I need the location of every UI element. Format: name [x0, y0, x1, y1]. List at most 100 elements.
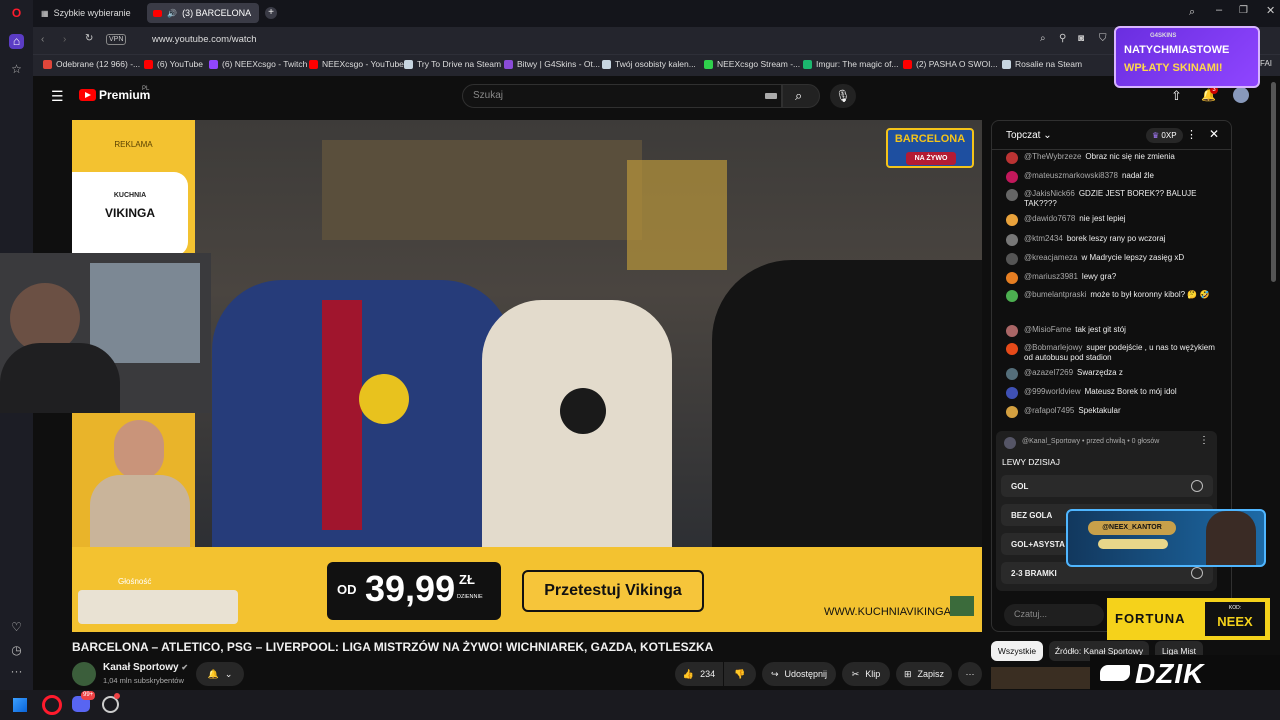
chat-author[interactable]: @JakisNick66	[1024, 189, 1075, 198]
chat-avatar[interactable]	[1006, 234, 1018, 246]
minimize-icon[interactable]: –	[1216, 4, 1222, 16]
chat-mode-selector[interactable]: Topczat ⌄	[1006, 130, 1052, 141]
chat-author[interactable]: @azazel7269	[1024, 368, 1073, 377]
more-icon[interactable]: ···	[9, 664, 24, 679]
tab-youtube[interactable]: 🔊 (3) BARCELONA – ATL	[147, 3, 259, 23]
bookmark-g4skins[interactable]: Bitwy | G4Skins - Ot...	[504, 59, 600, 69]
camera-icon[interactable]: ◙	[1078, 33, 1084, 44]
new-tab-button[interactable]: +	[265, 7, 277, 19]
windows-start-icon[interactable]	[13, 698, 27, 712]
g4skins-promo[interactable]: G4SKINS NATYCHMIASTOWE WPŁATY SKINAMI!	[1114, 26, 1260, 88]
chat-author[interactable]: @MisioFame	[1024, 325, 1071, 334]
close-window-icon[interactable]: ✕	[1266, 4, 1275, 17]
speaker-icon[interactable]: 🔊	[167, 9, 177, 18]
chat-avatar[interactable]	[1006, 290, 1018, 302]
pin-icon[interactable]: ⚲	[1059, 33, 1066, 44]
bookmarks-overflow[interactable]: FAI	[1260, 59, 1272, 68]
url-field[interactable]: www.youtube.com/watch	[152, 34, 257, 45]
opera-taskbar-icon[interactable]	[42, 695, 62, 715]
bookmark-twitch[interactable]: (6) NEEXcsgo - Twitch	[209, 59, 307, 69]
chat-avatar[interactable]	[1006, 214, 1018, 226]
chat-author[interactable]: @TheWybrzeze	[1024, 152, 1081, 161]
bookmark-gmail[interactable]: Odebrane (12 966) -...	[43, 59, 140, 69]
chat-avatar[interactable]	[1006, 171, 1018, 183]
page-scrollbar[interactable]	[1271, 82, 1276, 282]
play-glyph	[85, 92, 91, 98]
back-icon[interactable]: ‹	[41, 34, 44, 45]
chat-avatar[interactable]	[1006, 343, 1018, 355]
chat-input[interactable]: Czatuj...	[1004, 604, 1104, 626]
bookmark-neex-youtube[interactable]: NEEXcsgo - YouTube	[309, 59, 404, 69]
chat-author[interactable]: @Bobmarlejowy	[1024, 343, 1082, 352]
recommended-thumbnail[interactable]	[991, 667, 1091, 689]
chat-author[interactable]: @dawido7678	[1024, 214, 1075, 223]
chat-avatar[interactable]	[1006, 406, 1018, 418]
upload-icon[interactable]: ⇧	[1171, 88, 1182, 104]
lens-icon[interactable]: ⌕	[1040, 33, 1046, 44]
fortuna-logo: FORTUNA	[1115, 611, 1186, 626]
mic-icon[interactable]: 🎙	[830, 84, 856, 108]
reload-icon[interactable]: ↻	[85, 33, 93, 44]
poll-option[interactable]: GOL	[1001, 475, 1213, 497]
more-actions-button[interactable]: ···	[958, 662, 982, 686]
youtube-icon	[309, 59, 318, 69]
history-icon[interactable]: ◷	[9, 643, 24, 658]
search-input[interactable]: Szukaj	[462, 84, 782, 108]
vpn-badge[interactable]: VPN	[106, 34, 127, 45]
chat-avatar[interactable]	[1006, 368, 1018, 380]
share-icon: ↪	[770, 668, 779, 679]
dislike-button[interactable]: 👎	[724, 662, 756, 686]
bookmark-calendar[interactable]: Twój osobisty kalen...	[602, 59, 696, 69]
clip-button[interactable]: ✂ Klip	[842, 662, 890, 686]
menu-icon[interactable]: ☰	[51, 88, 64, 105]
share-button[interactable]: ↪ Udostępnij	[762, 662, 836, 686]
home-icon[interactable]: ⌂	[9, 34, 24, 49]
youtube-icon	[144, 59, 153, 69]
chat-more-icon[interactable]: ⋮	[1186, 128, 1197, 141]
bookmark-neex-stream[interactable]: NEEXcsgo Stream -...	[704, 59, 800, 69]
chat-author[interactable]: @mateuszmarkowski8378	[1024, 171, 1118, 180]
chat-author[interactable]: @mariusz3981	[1024, 272, 1078, 281]
search-button[interactable]: ⌕	[782, 84, 820, 108]
chat-avatar[interactable]	[1006, 152, 1018, 164]
ad-website[interactable]: WWW.KUCHNIAVIKINGA.PL	[824, 606, 967, 618]
crown-icon: ♛	[1152, 131, 1160, 140]
keyboard-icon[interactable]	[765, 93, 777, 99]
tab-speed-dial[interactable]: ▦ Szybkie wybieranie	[35, 3, 145, 23]
subscription-bell-button[interactable]: 🔔 ⌄	[196, 662, 244, 686]
bookmark-imgur[interactable]: Imgur: The magic of...	[803, 59, 899, 69]
chat-avatar[interactable]	[1006, 387, 1018, 399]
shield-icon[interactable]: ⛉	[1099, 33, 1107, 44]
chat-avatar[interactable]	[1006, 272, 1018, 284]
bookmark-rosalie[interactable]: Rosalie na Steam	[1002, 59, 1082, 69]
bookmark-steam-drive[interactable]: Try To Drive na Steam	[404, 59, 501, 69]
cta-button[interactable]: Przetestuj Vikinga	[522, 570, 704, 612]
opera-logo-icon[interactable]: O	[9, 6, 24, 21]
like-button[interactable]: 👍 234	[675, 662, 723, 686]
save-button[interactable]: ⊞ Zapisz	[896, 662, 952, 686]
chat-author[interactable]: @ktm2434	[1024, 234, 1063, 243]
channel-avatar[interactable]	[72, 662, 96, 686]
chat-avatar[interactable]	[1006, 253, 1018, 265]
dzik-overlay: DZIK	[1090, 655, 1280, 690]
chat-avatar[interactable]	[1006, 325, 1018, 337]
chat-author[interactable]: @999worldview	[1024, 387, 1081, 396]
poll-more-icon[interactable]: ⋮	[1199, 435, 1209, 446]
chat-author[interactable]: @kreacjameza	[1024, 253, 1077, 262]
avatar[interactable]	[1233, 87, 1249, 103]
chat-avatar[interactable]	[1006, 189, 1018, 201]
bookmark-youtube[interactable]: (6) YouTube	[144, 59, 203, 69]
star-icon[interactable]: ☆	[9, 62, 24, 77]
forward-icon[interactable]: ›	[63, 34, 66, 45]
search-tabs-icon[interactable]: ⌕	[1189, 6, 1195, 19]
xp-badge[interactable]: ♛ 0XP	[1146, 128, 1183, 143]
chat-author[interactable]: @bumelantpraski	[1024, 290, 1086, 299]
bookmark-pasha[interactable]: (2) PASHA O SWOI...	[903, 59, 998, 69]
chat-close-icon[interactable]: ✕	[1209, 127, 1219, 141]
presenter-body	[90, 475, 190, 554]
chat-author[interactable]: @rafapol7495	[1024, 406, 1074, 415]
channel-name[interactable]: Kanał Sportowy ✔	[103, 662, 188, 673]
heart-icon[interactable]: ♡	[9, 620, 24, 635]
maximize-icon[interactable]: ❐	[1239, 5, 1248, 16]
chip-all[interactable]: Wszystkie	[991, 641, 1043, 661]
